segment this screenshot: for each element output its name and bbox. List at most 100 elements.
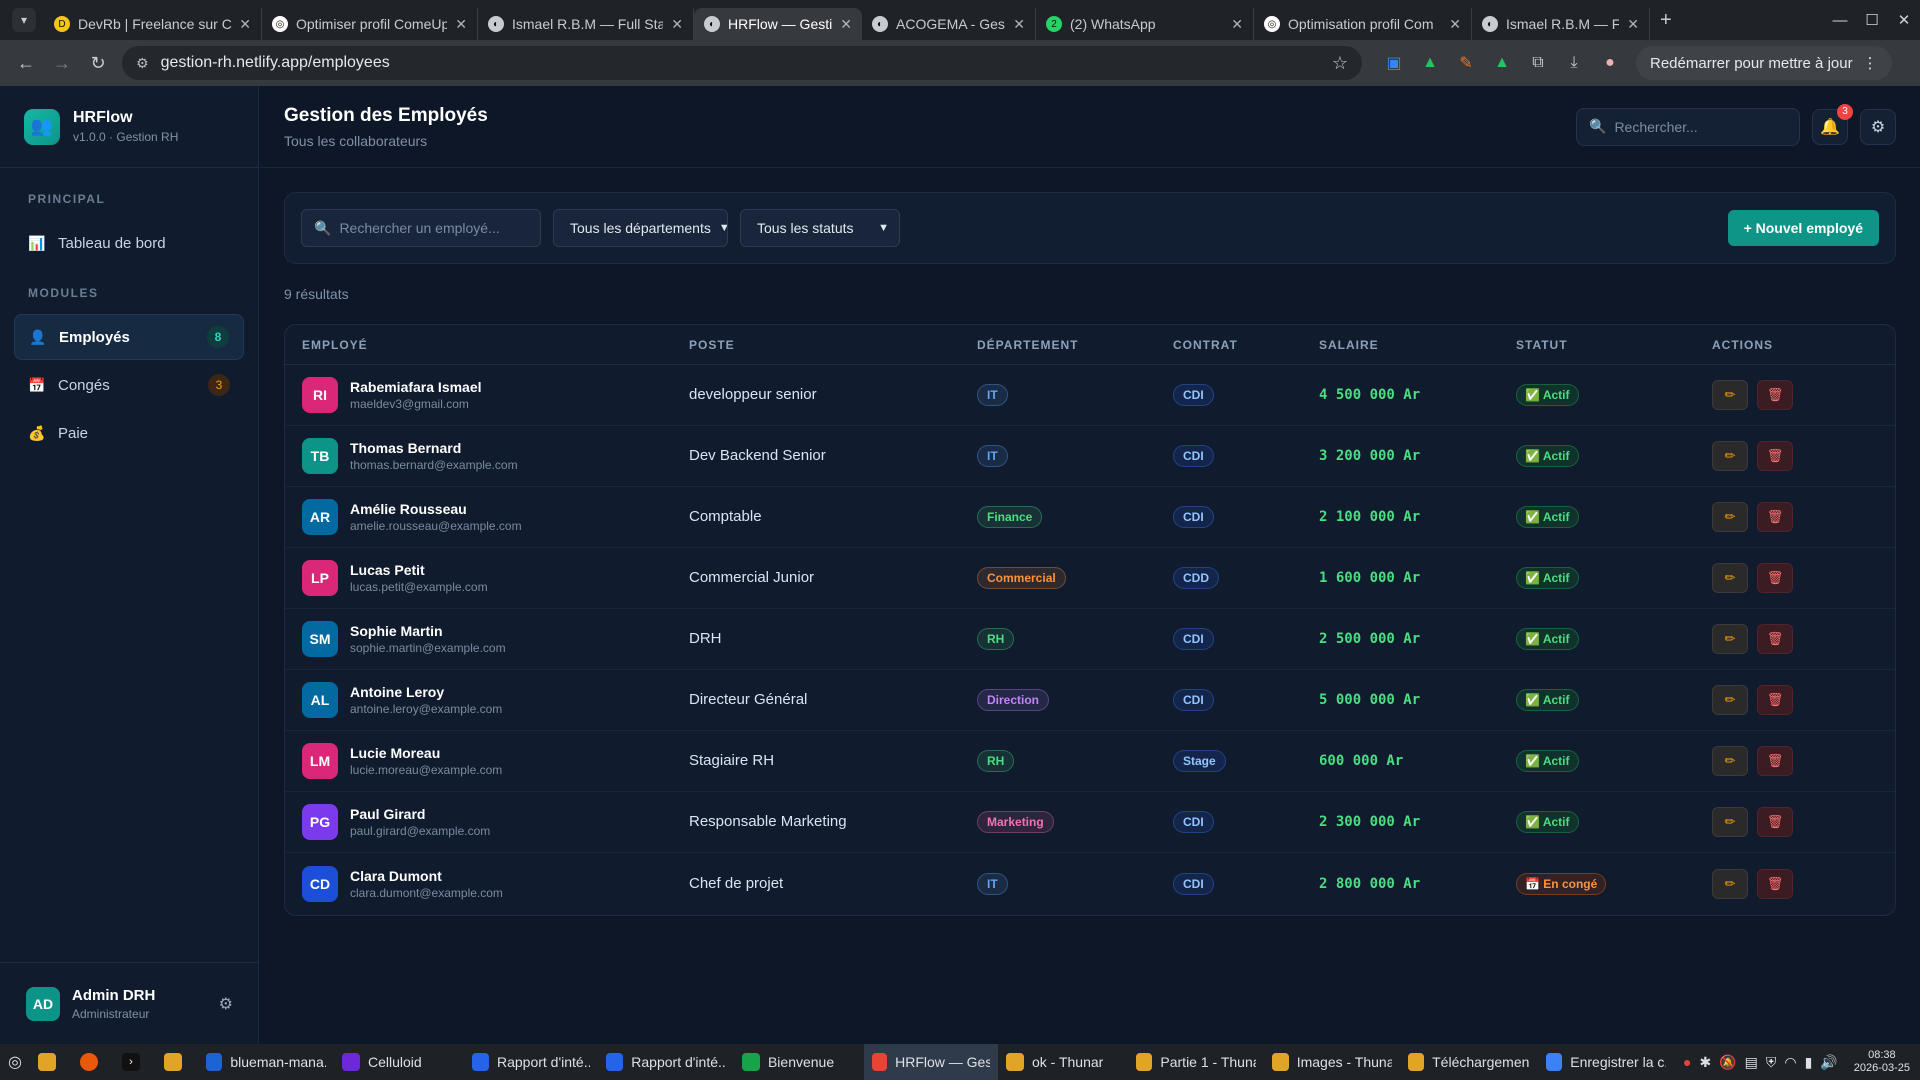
- close-window-icon[interactable]: ✕: [1888, 11, 1920, 29]
- clock[interactable]: 08:38 2026-03-25: [1854, 1049, 1910, 1075]
- sidebar-item-paie[interactable]: 💰 Paie: [14, 410, 244, 456]
- url-field[interactable]: ⚙ gestion-rh.netlify.app/employees ☆: [122, 46, 1362, 80]
- taskbar-window[interactable]: Téléchargemen...: [1400, 1044, 1538, 1080]
- delete-button[interactable]: 🗑: [1757, 685, 1793, 715]
- add-employee-button[interactable]: + Nouvel employé: [1727, 210, 1879, 246]
- browser-tab[interactable]: ◐ Ismael R.B.M — Full Stac ✕: [1472, 8, 1650, 40]
- download-icon[interactable]: ⤓: [1556, 54, 1592, 72]
- edit-button[interactable]: ✏: [1712, 868, 1748, 899]
- taskbar-window[interactable]: Rapport d'inté...: [464, 1044, 598, 1080]
- browser-tab[interactable]: ◐ Ismael R.B.M — Full Stac ✕: [478, 8, 694, 40]
- taskbar-window[interactable]: HRFlow — Gest...: [863, 1044, 998, 1080]
- taskbar-window[interactable]: ok - Thunar: [998, 1044, 1128, 1080]
- maximize-icon[interactable]: ☐: [1856, 11, 1888, 29]
- browser-launcher-icon[interactable]: [72, 1044, 114, 1080]
- department-select[interactable]: Tous les départements ▼: [553, 209, 728, 247]
- tab-close-icon[interactable]: ✕: [1013, 16, 1025, 33]
- forward-icon[interactable]: →: [44, 53, 80, 74]
- edit-button[interactable]: ✏: [1712, 563, 1748, 593]
- edit-button[interactable]: ✏: [1712, 441, 1748, 471]
- table-row[interactable]: SM Sophie Martin sophie.martin@example.com…: [285, 609, 1895, 670]
- settings-button[interactable]: ⚙: [1860, 108, 1896, 145]
- delete-button[interactable]: 🗑: [1757, 624, 1793, 654]
- bookmark-star-icon[interactable]: ☆: [1332, 53, 1348, 74]
- volume-tray-icon[interactable]: 🔊: [1820, 1054, 1837, 1071]
- status-select[interactable]: Tous les statuts ▼: [740, 209, 900, 247]
- start-menu-icon[interactable]: ◎: [0, 1044, 30, 1080]
- edit-button[interactable]: ✏: [1712, 380, 1748, 410]
- browser-tab[interactable]: ◐ ACOGEMA - Gestion de l ✕: [862, 8, 1036, 40]
- delete-button[interactable]: 🗑: [1757, 441, 1793, 471]
- extension-ft-icon[interactable]: ▣: [1376, 53, 1412, 73]
- notifications-button[interactable]: 🔔 3: [1812, 103, 1853, 145]
- delete-button[interactable]: 🗑: [1757, 868, 1793, 899]
- edit-button[interactable]: ✏: [1712, 685, 1748, 715]
- table-row[interactable]: CD Clara Dumont clara.dumont@example.com Ch…: [285, 853, 1895, 914]
- profile-avatar-icon[interactable]: ●: [1592, 54, 1628, 72]
- tab-close-icon[interactable]: ✕: [671, 16, 683, 33]
- table-row[interactable]: AR Amélie Rousseau amelie.rousseau@example…: [285, 487, 1895, 548]
- delete-button[interactable]: 🗑: [1757, 380, 1793, 410]
- tab-search-icon[interactable]: ▾: [12, 8, 36, 32]
- extension-pen-icon[interactable]: ✎: [1448, 53, 1484, 73]
- tab-close-icon[interactable]: ✕: [1231, 16, 1243, 33]
- delete-button[interactable]: 🗑: [1757, 746, 1793, 776]
- files-launcher-icon[interactable]: [30, 1044, 72, 1080]
- taskbar-window[interactable]: Rapport d'inté...: [598, 1044, 734, 1080]
- back-icon[interactable]: ←: [8, 53, 44, 74]
- extension-mountain-icon[interactable]: ▲: [1412, 54, 1448, 72]
- taskbar-window[interactable]: blueman-mana...: [198, 1044, 334, 1080]
- table-row[interactable]: LP Lucas Petit lucas.petit@example.com Comm…: [285, 548, 1895, 609]
- table-row[interactable]: PG Paul Girard paul.girard@example.com Resp…: [285, 792, 1895, 853]
- restart-update-button[interactable]: Redémarrer pour mettre à jour ⋮: [1636, 46, 1892, 80]
- edit-button[interactable]: ✏: [1712, 807, 1748, 837]
- delete-button[interactable]: 🗑: [1757, 563, 1793, 593]
- browser-tab[interactable]: ◎ Optimiser profil ComeUp ✕: [262, 8, 478, 40]
- new-tab-button[interactable]: +: [1660, 9, 1672, 32]
- chrome-tray-icon[interactable]: ●: [1683, 1054, 1691, 1070]
- minimize-icon[interactable]: —: [1824, 12, 1856, 29]
- browser-tab[interactable]: D DevRb | Freelance sur Co ✕: [44, 8, 262, 40]
- delete-button[interactable]: 🗑: [1757, 807, 1793, 837]
- wifi-tray-icon[interactable]: ◠: [1784, 1054, 1796, 1071]
- battery-tray-icon[interactable]: ▮: [1805, 1054, 1813, 1071]
- shield-tray-icon[interactable]: ⛨: [1766, 1054, 1777, 1071]
- terminal-launcher-icon[interactable]: ›: [114, 1044, 156, 1080]
- tab-close-icon[interactable]: ✕: [239, 16, 251, 33]
- tab-close-icon[interactable]: ✕: [1627, 16, 1639, 33]
- clipboard-tray-icon[interactable]: ▤: [1745, 1054, 1758, 1071]
- taskbar-window[interactable]: Enregistrer la c...: [1538, 1044, 1674, 1080]
- reload-icon[interactable]: ↻: [80, 53, 116, 74]
- more-menu-icon[interactable]: ⋮: [1863, 54, 1878, 72]
- browser-tab[interactable]: ◎ Optimisation profil Com ✕: [1254, 8, 1472, 40]
- global-search-input[interactable]: 🔍 Rechercher...: [1576, 107, 1800, 146]
- sidebar-item-congés[interactable]: 📅 Congés 3: [14, 362, 244, 408]
- sidebar-item-employés[interactable]: 👤 Employés 8: [14, 314, 244, 360]
- delete-button[interactable]: 🗑: [1757, 502, 1793, 532]
- table-row[interactable]: LM Lucie Moreau lucie.moreau@example.com St…: [285, 731, 1895, 792]
- taskbar-window[interactable]: Bienvenue: [734, 1044, 864, 1080]
- table-row[interactable]: AL Antoine Leroy antoine.leroy@example.com…: [285, 670, 1895, 731]
- tab-close-icon[interactable]: ✕: [455, 16, 467, 33]
- sidebar-item-dashboard[interactable]: 📊 Tableau de bord: [14, 220, 244, 266]
- user-profile[interactable]: AD Admin DRH Administrateur ⚙: [0, 962, 259, 1044]
- user-settings-gear-icon[interactable]: ⚙: [219, 994, 233, 1014]
- table-row[interactable]: RI Rabemiafara Ismael maeldev3@gmail.com de…: [285, 365, 1895, 426]
- tab-close-icon[interactable]: ✕: [840, 16, 852, 33]
- site-info-icon[interactable]: ⚙: [136, 55, 149, 72]
- extension-mountain2-icon[interactable]: ▲: [1484, 54, 1520, 72]
- taskbar-window[interactable]: Images - Thunar: [1264, 1044, 1400, 1080]
- edit-button[interactable]: ✏: [1712, 746, 1748, 776]
- brand[interactable]: 👥 HRFlow v1.0.0 · Gestion RH: [0, 86, 258, 168]
- folder-launcher-icon[interactable]: [156, 1044, 198, 1080]
- taskbar-window[interactable]: Celluloid: [334, 1044, 464, 1080]
- taskbar-window[interactable]: Partie 1 - Thunar: [1128, 1044, 1264, 1080]
- table-row[interactable]: TB Thomas Bernard thomas.bernard@example.c…: [285, 426, 1895, 487]
- edit-button[interactable]: ✏: [1712, 502, 1748, 532]
- bluetooth-tray-icon[interactable]: ✱: [1699, 1054, 1711, 1071]
- extensions-puzzle-icon[interactable]: ⧉: [1520, 54, 1556, 72]
- notifications-off-tray-icon[interactable]: 🔕: [1719, 1054, 1736, 1071]
- tab-close-icon[interactable]: ✕: [1449, 16, 1461, 33]
- edit-button[interactable]: ✏: [1712, 624, 1748, 654]
- browser-tab[interactable]: ◐ HRFlow — Gestion RH ✕: [694, 8, 862, 40]
